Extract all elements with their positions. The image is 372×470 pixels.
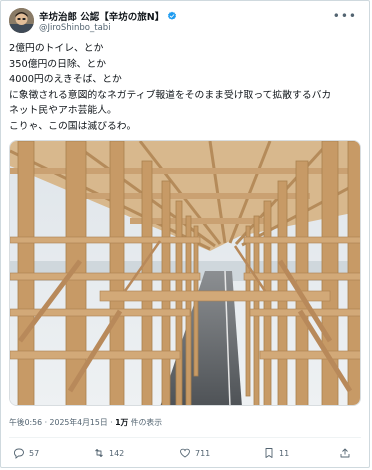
tweet-meta: 午後0:56 · 2025年4月15日 · 1万 件の表示 <box>9 417 162 428</box>
tweet-card: 辛坊治郎 公認【辛坊の旅N】 @JiroShinbo_tabi ••• 2億円の… <box>0 0 370 468</box>
tweet-line: ネット民やアホ芸能人。 <box>9 105 117 117</box>
verified-badge-icon <box>168 11 177 20</box>
views-count: 1万 <box>115 418 129 427</box>
tweet-line: 2億円のトイレ、とか <box>9 43 104 54</box>
tweet-text: 2億円のトイレ、とか 350億円の日除、とか 4000円のえきそば、とか に象徴… <box>9 41 361 135</box>
author-name-row[interactable]: 辛坊治郎 公認【辛坊の旅N】 <box>39 9 177 23</box>
share-icon <box>340 448 350 458</box>
heart-icon <box>180 448 190 458</box>
action-bar: 57 142 711 11 <box>13 447 357 461</box>
timestamp[interactable]: 午後0:56 · 2025年4月15日 · <box>9 418 115 427</box>
bookmark-icon <box>265 448 273 458</box>
avatar[interactable] <box>9 8 34 33</box>
tweet-line: こりゃ、この国は滅びるわ。 <box>9 120 137 132</box>
repost-count: 142 <box>109 448 125 458</box>
reply-icon <box>14 448 24 459</box>
tweet-line: 4000円のえきそば、とか <box>9 74 122 86</box>
repost-button[interactable]: 142 <box>93 447 124 459</box>
like-button[interactable]: 711 <box>179 447 210 459</box>
repost-icon <box>95 449 103 457</box>
bookmark-count: 11 <box>279 448 290 458</box>
tweet-line: 350億円の日除、とか <box>9 58 107 70</box>
divider <box>9 437 361 438</box>
author-handle[interactable]: @JiroShinbo_tabi <box>39 23 111 33</box>
reply-button[interactable]: 57 <box>13 447 39 459</box>
views-label: 件の表示 <box>128 418 162 427</box>
like-count: 711 <box>195 448 211 458</box>
display-name[interactable]: 辛坊治郎 公認【辛坊の旅N】 <box>39 9 164 23</box>
more-dots-icon[interactable]: ••• <box>333 9 357 23</box>
share-button[interactable] <box>339 447 351 459</box>
tweet-photo[interactable] <box>9 140 361 406</box>
tweet-line: に象徴される意図的なネガティブ報道をそのまま受け取って拡散するバカ <box>9 89 332 101</box>
bookmark-button[interactable]: 11 <box>263 447 289 459</box>
reply-count: 57 <box>29 448 40 458</box>
